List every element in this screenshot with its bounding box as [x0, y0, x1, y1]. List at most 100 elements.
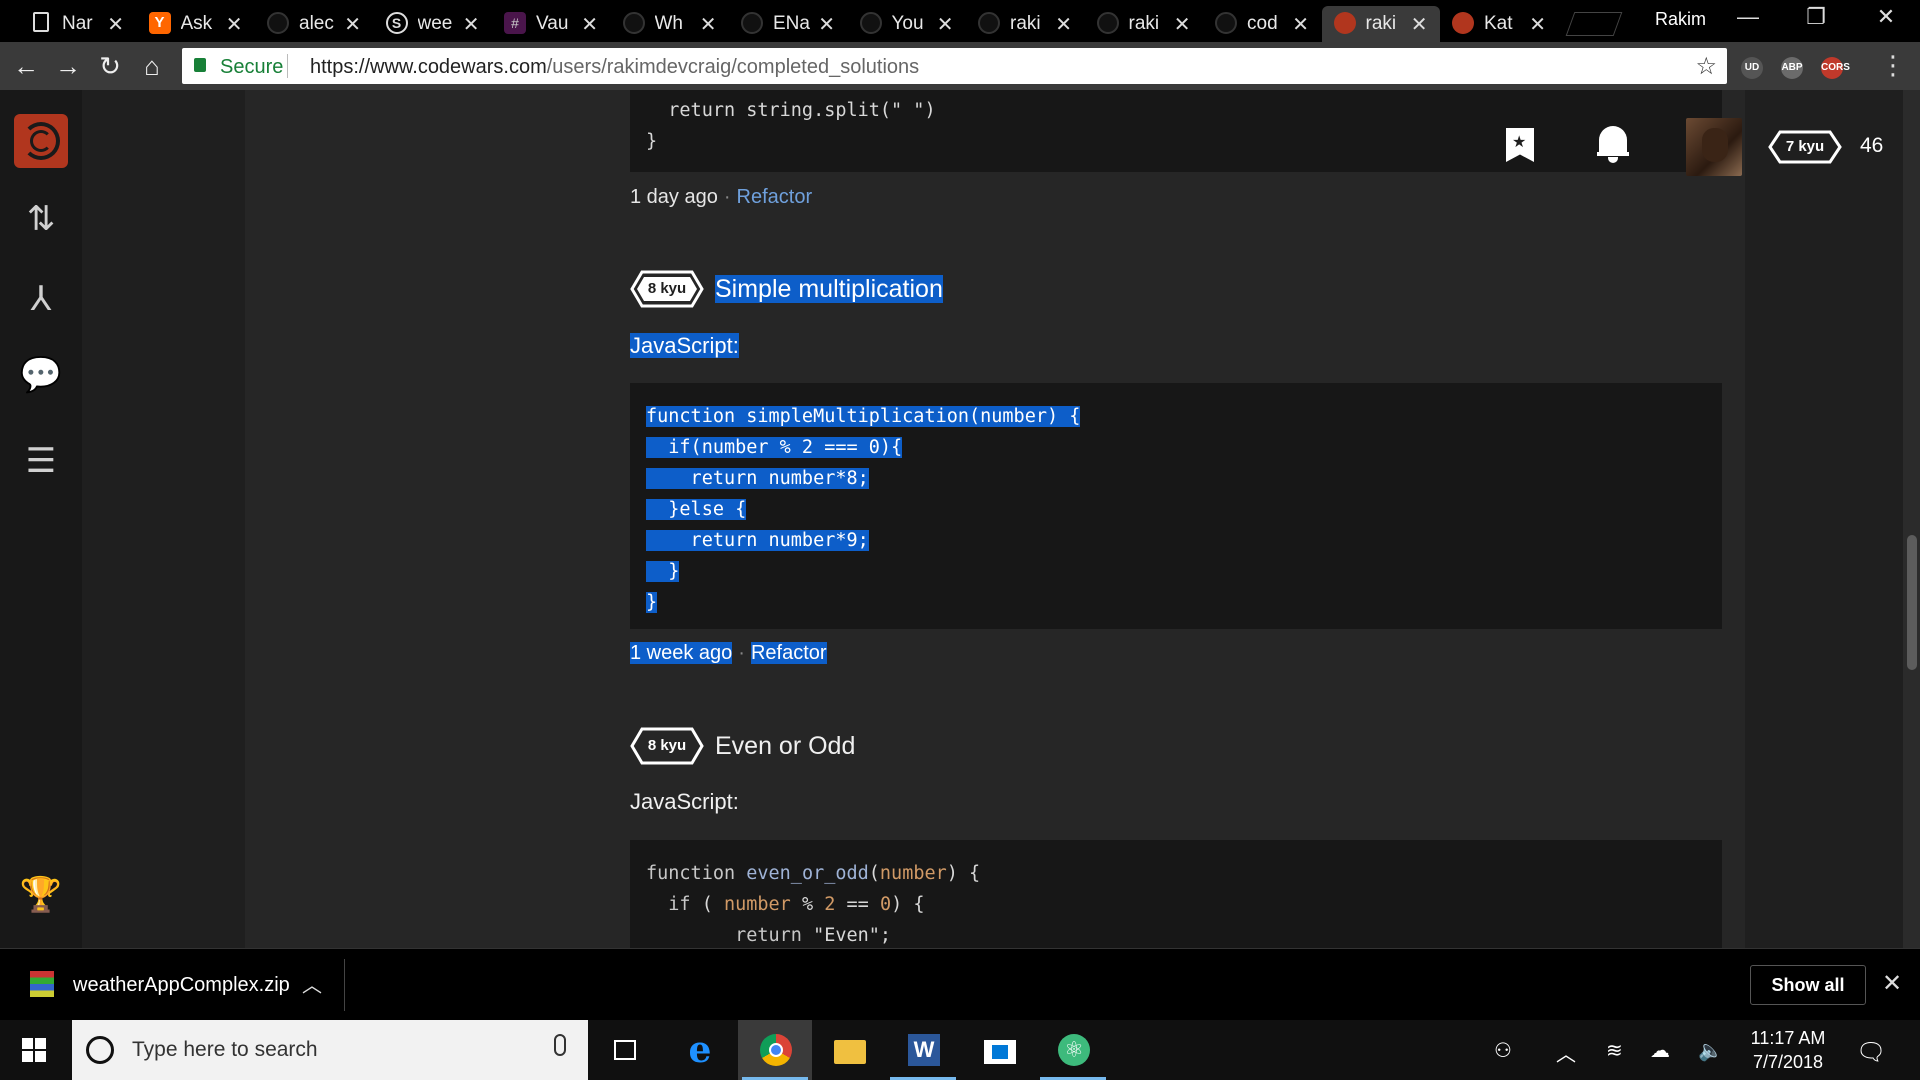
close-tab-icon[interactable]: ✕	[344, 12, 361, 37]
file-explorer-icon[interactable]	[812, 1020, 886, 1080]
people-icon[interactable]: ⚇	[1494, 1038, 1512, 1063]
browser-tab[interactable]: raki ✕	[966, 6, 1084, 42]
wifi-icon[interactable]: ≋	[1606, 1038, 1623, 1063]
user-rank-label: 7 kyu	[1785, 138, 1825, 155]
sidebar-nav: ⇅ ⅄ 💬 ☰ 🏆	[0, 90, 82, 948]
minimize-icon[interactable]: —	[1728, 4, 1768, 30]
store-icon[interactable]	[962, 1020, 1036, 1080]
discuss-icon[interactable]: 💬	[18, 352, 64, 398]
home-icon[interactable]: ⌂	[136, 50, 168, 82]
word-icon[interactable]: W	[886, 1020, 960, 1080]
bookmark-icon[interactable]	[1506, 128, 1534, 162]
avatar[interactable]	[1686, 118, 1742, 176]
browser-tab[interactable]: # Vau ✕	[492, 6, 610, 42]
notifications-bell-icon[interactable]	[1597, 126, 1629, 164]
cortana-icon[interactable]	[86, 1036, 114, 1064]
microphone-icon[interactable]	[554, 1034, 566, 1056]
refactor-link[interactable]: Refactor	[750, 642, 827, 664]
code-line: return number*8;	[646, 468, 869, 489]
browser-tab[interactable]: Nar ✕	[18, 6, 136, 42]
browser-tab[interactable]: Wh ✕	[611, 6, 729, 42]
action-center-icon[interactable]: 🗨	[1856, 1038, 1886, 1067]
volume-icon[interactable]: 🔈	[1698, 1038, 1723, 1063]
close-tab-icon[interactable]: ✕	[818, 12, 835, 37]
extension-icon[interactable]: ABP	[1781, 57, 1803, 79]
close-tab-icon[interactable]: ✕	[1411, 12, 1428, 37]
right-gutter	[1745, 90, 1903, 948]
close-tab-icon[interactable]: ✕	[1055, 12, 1072, 37]
close-tab-icon[interactable]: ✕	[226, 12, 243, 37]
github-icon	[978, 12, 1000, 34]
browser-tab[interactable]: Kat ✕	[1440, 6, 1558, 42]
user-rank-badge[interactable]: 7 kyu	[1768, 130, 1842, 164]
browser-tab[interactable]: cod ✕	[1203, 6, 1321, 42]
edge-icon[interactable]: e	[662, 1020, 736, 1080]
close-tab-icon[interactable]: ✕	[1292, 12, 1309, 37]
github-icon	[859, 12, 882, 34]
solution-time: 1 day ago	[630, 186, 718, 208]
codewars-logo-icon[interactable]	[14, 114, 68, 168]
code-line: function simpleMultiplication(number) {	[646, 406, 1081, 427]
close-tab-icon[interactable]: ✕	[1529, 12, 1546, 37]
windows-start-icon[interactable]	[22, 1038, 46, 1062]
bookmark-star-icon[interactable]: ☆	[1695, 52, 1717, 81]
close-tab-icon[interactable]: ✕	[107, 12, 124, 37]
close-window-icon[interactable]: ✕	[1866, 4, 1906, 30]
chrome-menu-icon[interactable]: ⋮	[1880, 50, 1906, 81]
address-bar[interactable]: Secure https://www.codewars.com/users/ra…	[182, 48, 1727, 84]
onedrive-cloud-icon[interactable]: ☁	[1650, 1038, 1670, 1063]
extension-icon[interactable]: CORS	[1821, 57, 1850, 79]
url-host: https://www.codewars.com	[310, 56, 547, 78]
browser-tab[interactable]: You ✕	[848, 6, 966, 42]
reload-icon[interactable]: ↻	[94, 50, 126, 82]
browser-tab[interactable]: Swee ✕	[374, 6, 492, 42]
solution-meta: 1 day ago · Refactor	[630, 186, 812, 209]
new-tab-button[interactable]	[1565, 12, 1623, 36]
refactor-link[interactable]: Refactor	[737, 186, 813, 208]
close-tab-icon[interactable]: ✕	[463, 12, 480, 37]
taskbar-clock[interactable]: 11:17 AM 7/7/2018	[1748, 1026, 1828, 1074]
tab-title: You	[891, 13, 924, 34]
profile-name[interactable]: Rakim	[1655, 9, 1706, 30]
scrollbar-thumb[interactable]	[1907, 535, 1917, 670]
kata-rank-label: 8 kyu	[647, 280, 687, 297]
leaderboard-trophy-icon[interactable]: 🏆	[18, 872, 64, 918]
chevron-up-icon[interactable]: ︿	[302, 969, 322, 998]
code-line: if(number % 2 === 0){	[646, 437, 903, 458]
tab-title: raki	[1128, 13, 1160, 34]
task-view-icon[interactable]	[588, 1020, 662, 1080]
scrollbar-track[interactable]	[1903, 90, 1920, 948]
download-filename[interactable]: weatherAppComplex.zip	[73, 974, 290, 997]
close-tab-icon[interactable]: ✕	[581, 12, 598, 37]
close-tab-icon[interactable]: ✕	[937, 12, 954, 37]
kata-title-link[interactable]: Simple multiplication	[715, 272, 943, 306]
browser-tab[interactable]: raki ✕	[1321, 6, 1440, 42]
forward-icon[interactable]: →	[52, 50, 84, 82]
clock-time: 11:17 AM	[1750, 1028, 1826, 1048]
taskbar-search-box[interactable]: Type here to search	[72, 1020, 588, 1080]
show-all-button[interactable]: Show all	[1750, 965, 1866, 1005]
url-text[interactable]: https://www.codewars.com/users/rakimdevc…	[310, 56, 919, 79]
code-line: return number*9;	[646, 530, 869, 551]
back-icon[interactable]: ←	[10, 50, 42, 82]
browser-tab[interactable]: alec ✕	[255, 6, 373, 42]
show-hidden-icons-chevron-icon[interactable]: ︿	[1556, 1038, 1576, 1067]
kata-fork-icon[interactable]: ⅄	[18, 276, 64, 322]
extension-icon[interactable]: UD	[1741, 57, 1763, 79]
browser-tab[interactable]: ENa ✕	[729, 6, 847, 42]
github-icon	[1215, 12, 1237, 34]
chrome-icon[interactable]	[738, 1020, 812, 1080]
close-tab-icon[interactable]: ✕	[700, 12, 717, 37]
restore-icon[interactable]: ❐	[1796, 4, 1836, 30]
atom-icon[interactable]: ⚛	[1036, 1020, 1110, 1080]
close-tab-icon[interactable]: ✕	[1174, 12, 1191, 37]
docs-icon[interactable]: ☰	[18, 438, 64, 484]
kata-title-link[interactable]: Even or Odd	[715, 729, 855, 763]
browser-tab[interactable]: Y Ask ✕	[137, 6, 255, 42]
browser-tab[interactable]: raki ✕	[1085, 6, 1203, 42]
language-text: JavaScript:	[630, 333, 739, 358]
training-icon[interactable]: ⇅	[18, 196, 64, 242]
codewars-icon	[1333, 12, 1356, 34]
close-shelf-icon[interactable]: ✕	[1882, 969, 1902, 998]
tab-title: cod	[1247, 13, 1278, 34]
